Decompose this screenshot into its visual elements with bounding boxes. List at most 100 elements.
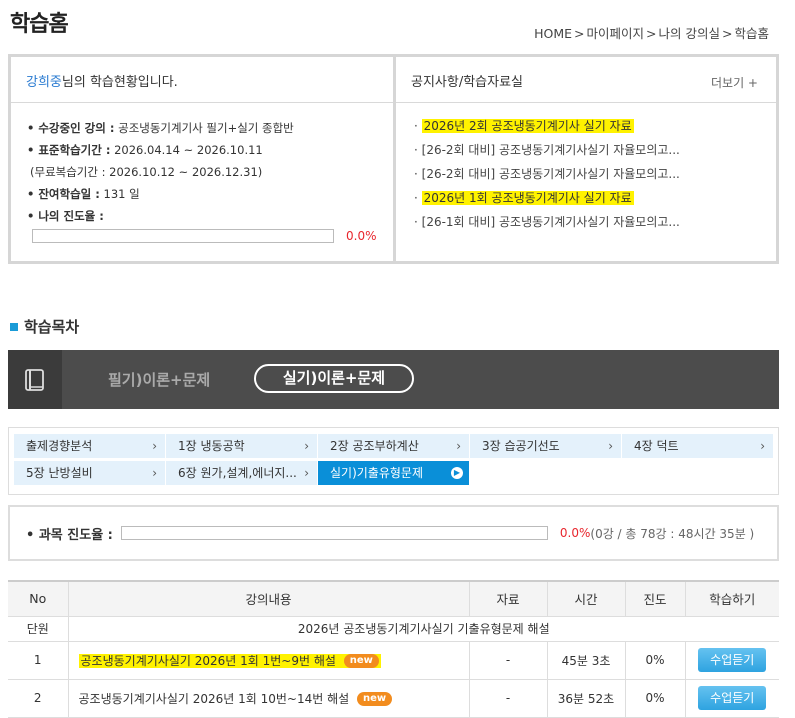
notice-item[interactable]: · [26-2회 대비] 공조냉동기계기사실기 자율모의고... <box>414 138 776 162</box>
watch-lecture-button[interactable]: 수업듣기 <box>698 648 767 672</box>
notice-item-text: 2026년 1회 공조냉동기계기사 실기 자료 <box>421 191 634 205</box>
table-row: 2 공조냉동기계기사실기 2026년 1회 10번~14번 해설 new -36분 … <box>8 678 779 718</box>
lecture-progress: 0% <box>624 640 686 680</box>
chapter-tab-label: 출제경향분석 <box>26 439 93 453</box>
tab-written-theory[interactable]: 필기)이론+문제 <box>108 369 210 390</box>
book-icon <box>8 350 62 409</box>
unit-row: 단원 2026년 공조냉동기계기사실기 기출유형문제 해설 <box>8 615 779 642</box>
breadcrumb-current: 학습홈 <box>734 26 769 41</box>
lecture-time: 45분 3초 <box>546 640 626 680</box>
standard-period-row: • 표준학습기간 : 2026.04.14 ~ 2026.10.11 <box>27 139 393 161</box>
lecture-no: 2 <box>8 678 69 718</box>
remaining-days-label: • 잔여학습일 : <box>27 187 100 201</box>
chevron-right-icon: › <box>152 466 157 480</box>
learning-status-panel: 강희중님의 학습현황입니다. • 수강중인 강의 : 공조냉동기계기사 필기+실… <box>11 57 396 261</box>
tab-practical-theory[interactable]: 실기)이론+문제 <box>254 364 414 393</box>
chapter-tab-label: 실기)기출유형문제 <box>330 466 424 480</box>
standard-period-label: • 표준학습기간 : <box>27 143 111 157</box>
chevron-right-icon: › <box>304 466 309 480</box>
enrolled-course-label: • 수강중인 강의 : <box>27 121 115 135</box>
lecture-material: - <box>468 678 548 718</box>
subject-progress-info: (0강 / 총 78강 : 48시간 35분 ) <box>590 526 755 541</box>
notice-item[interactable]: · 2026년 1회 공조냉동기계기사 실기 자료 <box>414 186 776 210</box>
page-title: 학습홈 <box>10 12 69 37</box>
breadcrumb-mypage[interactable]: 마이페이지 <box>587 26 645 41</box>
chapter-tab-6[interactable]: 5장 난방설비 › <box>14 461 165 485</box>
subject-progress-bar <box>120 526 548 540</box>
chapter-tab-3[interactable]: 2장 공조부하계산 › <box>318 434 469 458</box>
col-content-header: 강의내용 <box>67 581 470 617</box>
unit-title: 2026년 공조냉동기계기사실기 기출유형문제 해설 <box>67 615 779 642</box>
notice-item-text: 2026년 2회 공조냉동기계기사 실기 자료 <box>421 119 634 133</box>
notice-item-text: [26-2회 대비] 공조냉동기계기사실기 자율모의고... <box>421 167 680 181</box>
notice-item[interactable]: · [26-2회 대비] 공조냉동기계기사실기 자율모의고... <box>414 162 776 186</box>
chevron-right-icon: › <box>152 439 157 453</box>
remaining-days-row: • 잔여학습일 : 131 일 <box>27 183 393 205</box>
chapter-tab-label: 2장 공조부하계산 <box>330 439 419 453</box>
course-tab-bar: 필기)이론+문제 실기)이론+문제 <box>8 350 779 409</box>
lecture-time: 36분 52초 <box>546 678 626 718</box>
notice-item[interactable]: · 2026년 2회 공조냉동기계기사 실기 자료 <box>414 114 776 138</box>
lecture-action-cell: 수업듣기 <box>684 640 779 680</box>
notice-list: · 2026년 2회 공조냉동기계기사 실기 자료 · [26-2회 대비] 공조… <box>396 103 776 234</box>
chapter-tab-label: 5장 난방설비 <box>26 466 93 480</box>
chapter-tab-1[interactable]: 출제경향분석 › <box>14 434 165 458</box>
breadcrumb-separator: > <box>574 26 585 41</box>
status-list: • 수강중인 강의 : 공조냉동기계기사 필기+실기 종합반 • 표준학습기간 … <box>11 103 393 243</box>
notice-item-text: [26-2회 대비] 공조냉동기계기사실기 자율모의고... <box>421 143 680 157</box>
new-badge: new <box>357 692 393 706</box>
notice-more-link[interactable]: 더보기 + <box>711 74 758 91</box>
notice-title: 공지사항/학습자료실 <box>411 75 524 90</box>
chapter-tab-label: 1장 냉동공학 <box>178 439 245 453</box>
notice-bullet: · <box>414 143 422 157</box>
review-period: (무료복습기간 : 2026.10.12 ~ 2026.12.31) <box>30 165 263 179</box>
chevron-right-icon: › <box>456 439 461 453</box>
lecture-title[interactable]: 공조냉동기계기사실기 2026년 1회 10번~14번 해설 <box>79 692 350 706</box>
table-header-row: No 강의내용 자료 시간 진도 학습하기 <box>8 581 779 617</box>
status-header: 강희중님의 학습현황입니다. <box>11 57 393 103</box>
lecture-action-cell: 수업듣기 <box>684 678 779 718</box>
play-circle-icon: ▶ <box>451 467 463 479</box>
lecture-title-highlight: 공조냉동기계기사실기 2026년 1회 10번~14번 해설 new <box>79 692 393 706</box>
user-name: 강희중 <box>26 75 62 90</box>
unit-label: 단원 <box>8 615 69 642</box>
chapter-tab-2[interactable]: 1장 냉동공학 › <box>166 434 317 458</box>
enrolled-course-value: 공조냉동기계기사 필기+실기 종합반 <box>114 121 294 135</box>
breadcrumb: HOME > 마이페이지 > 나의 강의실 > 학습홈 <box>534 23 769 42</box>
chapter-tab-label: 6장 원가,설계,에너지... <box>178 466 297 480</box>
new-badge: new <box>343 654 379 668</box>
notice-panel: 공지사항/학습자료실 더보기 + · 2026년 2회 공조냉동기계기사 실기 … <box>396 57 776 261</box>
chapter-menu: 출제경향분석 › 1장 냉동공학 › 2장 공조부하계산 › 3장 습공기선도 › 4장 덕트 ›… <box>8 427 779 495</box>
watch-lecture-button[interactable]: 수업듣기 <box>698 686 767 710</box>
my-progress: 0.0% <box>27 229 393 243</box>
lecture-progress: 0% <box>624 678 686 718</box>
lecture-material: - <box>468 640 548 680</box>
notice-item-text: [26-1회 대비] 공조냉동기계기사실기 자율모의고... <box>421 215 680 229</box>
lecture-title-cell: 공조냉동기계기사실기 2026년 1회 10번~14번 해설 new <box>67 678 470 718</box>
chevron-right-icon: › <box>304 439 309 453</box>
chapter-tab-label: 4장 덕트 <box>634 439 679 453</box>
subject-progress-percent: 0.0% <box>559 526 591 540</box>
chapter-tab-5[interactable]: 4장 덕트 › <box>622 434 773 458</box>
col-time-header: 시간 <box>546 581 626 617</box>
notice-header: 공지사항/학습자료실 더보기 + <box>396 57 776 103</box>
chapter-tab-label: 3장 습공기선도 <box>482 439 560 453</box>
chapter-tab-7[interactable]: 6장 원가,설계,에너지... › <box>166 461 317 485</box>
standard-period-value: 2026.04.14 ~ 2026.10.11 <box>110 143 263 157</box>
notice-item[interactable]: · [26-1회 대비] 공조냉동기계기사실기 자율모의고... <box>414 210 776 234</box>
notice-bullet: · <box>414 215 422 229</box>
chapter-tab-8[interactable]: 실기)기출유형문제 ▶ <box>318 461 469 485</box>
chevron-right-icon: › <box>760 439 765 453</box>
breadcrumb-my-classroom[interactable]: 나의 강의실 <box>659 26 720 41</box>
lecture-title[interactable]: 공조냉동기계기사실기 2026년 1회 1번~9번 해설 <box>81 654 336 668</box>
breadcrumb-separator: > <box>646 26 657 41</box>
section-title: 학습목차 <box>10 316 79 337</box>
chapter-tab-4[interactable]: 3장 습공기선도 › <box>470 434 621 458</box>
col-material-header: 자료 <box>468 581 548 617</box>
lecture-title-cell: 공조냉동기계기사실기 2026년 1회 1번~9번 해설 new <box>67 640 470 680</box>
breadcrumb-home[interactable]: HOME <box>534 26 572 41</box>
col-progress-header: 진도 <box>624 581 686 617</box>
my-progress-label: • 나의 진도율 : <box>27 209 104 223</box>
enrolled-course-row: • 수강중인 강의 : 공조냉동기계기사 필기+실기 종합반 <box>27 117 393 139</box>
remaining-days-value: 131 일 <box>99 187 140 201</box>
